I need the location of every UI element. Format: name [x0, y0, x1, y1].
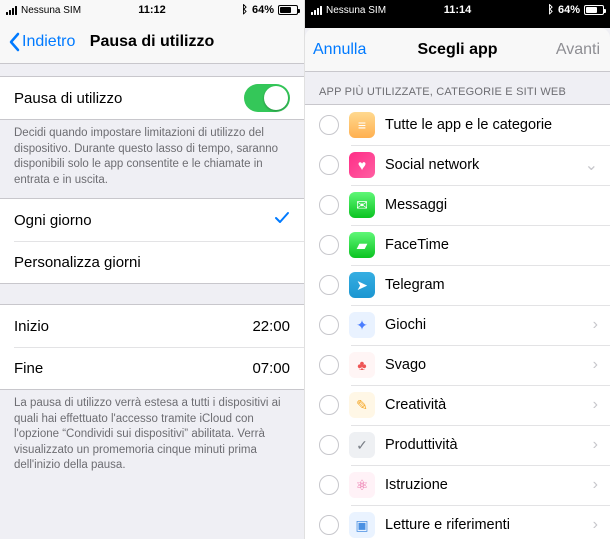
- radio-button[interactable]: [319, 515, 339, 535]
- customize-days-label: Personalizza giorni: [14, 254, 290, 271]
- item-label: Istruzione: [385, 477, 593, 493]
- chevron-icon: ›: [593, 436, 598, 454]
- everyday-row[interactable]: Ogni giorno: [0, 199, 304, 241]
- list-item[interactable]: ✎ Creatività›: [305, 385, 610, 425]
- app-icon: ▣: [349, 512, 375, 538]
- app-icon: ⚛: [349, 472, 375, 498]
- app-icon: ♥: [349, 152, 375, 178]
- downtime-toggle-row[interactable]: Pausa di utilizzo: [0, 77, 304, 119]
- status-bar: Nessuna SIM 11:12 ᛒ 64%: [0, 0, 304, 20]
- clock: 11:12: [0, 4, 304, 16]
- end-value: 07:00: [252, 360, 290, 377]
- radio-button[interactable]: [319, 155, 339, 175]
- chevron-icon: ›: [593, 476, 598, 494]
- app-icon: ▰: [349, 232, 375, 258]
- back-label: Indietro: [22, 33, 75, 51]
- app-icon: ≡: [349, 112, 375, 138]
- chevron-icon: ›: [593, 316, 598, 334]
- end-time-row[interactable]: Fine 07:00: [0, 347, 304, 389]
- back-button[interactable]: Indietro: [8, 32, 75, 52]
- radio-button[interactable]: [319, 275, 339, 295]
- list-item[interactable]: ≡ Tutte le app e le categorie: [305, 105, 610, 145]
- clock: 11:14: [305, 4, 610, 16]
- list-item[interactable]: ⚛ Istruzione›: [305, 465, 610, 505]
- radio-button[interactable]: [319, 195, 339, 215]
- radio-button[interactable]: [319, 395, 339, 415]
- battery-icon: [584, 5, 604, 15]
- start-label: Inizio: [14, 318, 252, 335]
- next-button[interactable]: Avanti: [556, 41, 600, 59]
- item-label: Letture e riferimenti: [385, 517, 593, 533]
- item-label: Social network: [385, 157, 585, 173]
- modal-nav-bar: Annulla Scegli app Avanti: [305, 28, 610, 72]
- customize-days-row[interactable]: Personalizza giorni: [0, 241, 304, 283]
- downtime-switch[interactable]: [244, 84, 290, 112]
- item-label: Svago: [385, 357, 593, 373]
- list-item[interactable]: ➤ Telegram: [305, 265, 610, 305]
- choose-apps-screen: Nessuna SIM 11:14 ᛒ 64% Annulla Scegli a…: [305, 0, 610, 539]
- end-label: Fine: [14, 360, 252, 377]
- list-item[interactable]: ✉ Messaggi: [305, 185, 610, 225]
- radio-button[interactable]: [319, 435, 339, 455]
- start-time-row[interactable]: Inizio 22:00: [0, 305, 304, 347]
- app-icon: ✉: [349, 192, 375, 218]
- item-label: Telegram: [385, 277, 610, 293]
- radio-button[interactable]: [319, 235, 339, 255]
- app-icon: ✎: [349, 392, 375, 418]
- app-icon: ➤: [349, 272, 375, 298]
- item-label: Creatività: [385, 397, 593, 413]
- item-label: Produttività: [385, 437, 593, 453]
- app-icon: ✓: [349, 432, 375, 458]
- everyday-label: Ogni giorno: [14, 212, 274, 229]
- checkmark-icon: [274, 210, 290, 230]
- app-category-list: ≡ Tutte le app e le categorie ♥ Social netw…: [305, 104, 610, 539]
- item-label: FaceTime: [385, 237, 610, 253]
- chevron-left-icon: [8, 32, 20, 52]
- downtime-footer: La pausa di utilizzo verrà estesa a tutt…: [0, 390, 304, 484]
- list-item[interactable]: ✦ Giochi›: [305, 305, 610, 345]
- item-label: Tutte le app e le categorie: [385, 117, 610, 133]
- nav-bar: Indietro Pausa di utilizzo: [0, 20, 304, 64]
- radio-button[interactable]: [319, 315, 339, 335]
- app-icon: ✦: [349, 312, 375, 338]
- section-header: APP PIÙ UTILIZZATE, CATEGORIE E SITI WEB: [305, 72, 610, 104]
- downtime-settings-screen: Nessuna SIM 11:12 ᛒ 64% Indietro Pausa d…: [0, 0, 305, 539]
- list-item[interactable]: ♣ Svago›: [305, 345, 610, 385]
- toggle-label: Pausa di utilizzo: [14, 90, 244, 107]
- list-item[interactable]: ▣ Letture e riferimenti›: [305, 505, 610, 539]
- radio-button[interactable]: [319, 115, 339, 135]
- page-title: Pausa di utilizzo: [90, 33, 214, 51]
- chevron-icon: ›: [593, 516, 598, 534]
- battery-icon: [278, 5, 298, 15]
- item-label: Giochi: [385, 317, 593, 333]
- modal-title: Scegli app: [417, 41, 497, 59]
- start-value: 22:00: [252, 318, 290, 335]
- list-item[interactable]: ▰ FaceTime: [305, 225, 610, 265]
- list-item[interactable]: ♥ Social network⌄: [305, 145, 610, 185]
- chevron-icon: ›: [593, 396, 598, 414]
- list-item[interactable]: ✓ Produttività›: [305, 425, 610, 465]
- chevron-icon: ›: [593, 356, 598, 374]
- cancel-button[interactable]: Annulla: [313, 41, 366, 59]
- status-bar: Nessuna SIM 11:14 ᛒ 64%: [305, 0, 610, 20]
- radio-button[interactable]: [319, 355, 339, 375]
- app-icon: ♣: [349, 352, 375, 378]
- item-label: Messaggi: [385, 197, 610, 213]
- chevron-icon: ⌄: [585, 155, 598, 175]
- modal-backdrop: [305, 20, 610, 28]
- radio-button[interactable]: [319, 475, 339, 495]
- downtime-description: Decidi quando impostare limitazioni di u…: [0, 120, 304, 198]
